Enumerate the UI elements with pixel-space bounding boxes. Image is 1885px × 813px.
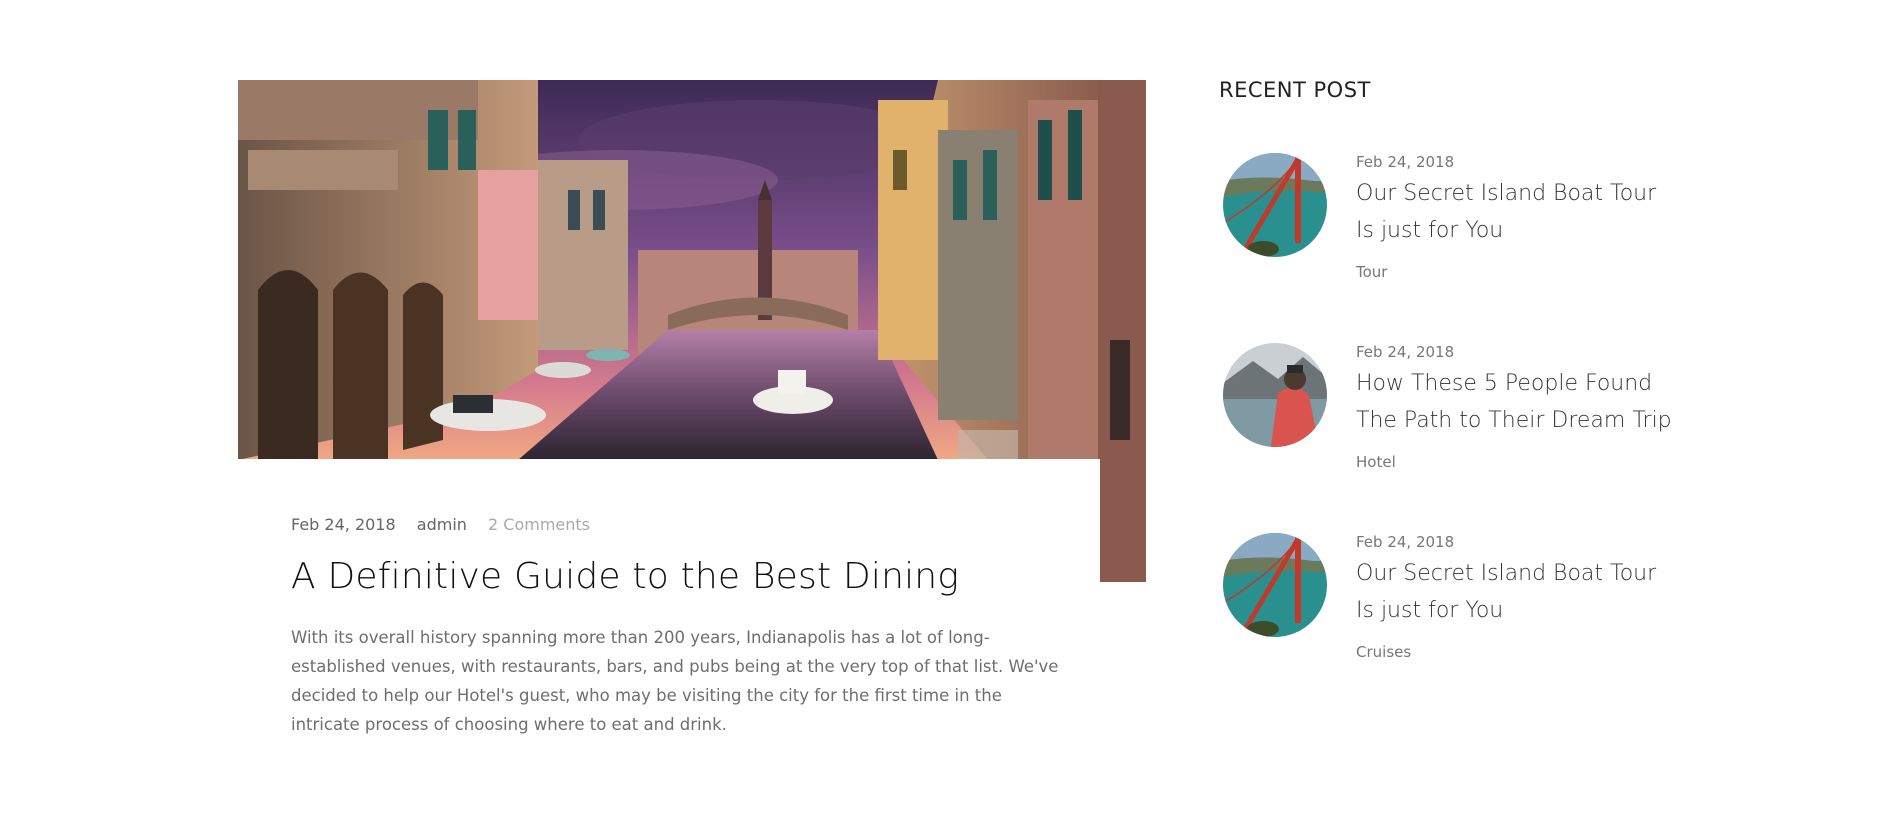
post-author-link[interactable]: admin <box>417 515 467 534</box>
recent-post-category[interactable]: Hotel <box>1356 453 1676 471</box>
recent-post-category[interactable]: Tour <box>1356 263 1676 281</box>
recent-post-thumbnail[interactable] <box>1223 153 1327 257</box>
featured-post-card: Feb 24, 2018 admin 2 Comments A Definiti… <box>238 459 1100 789</box>
bridge-image-icon <box>1223 533 1327 637</box>
post-comments-link[interactable]: 2 Comments <box>488 515 590 534</box>
recent-post-body: Feb 24, 2018 Our Secret Island Boat Tour… <box>1356 153 1676 281</box>
recent-posts-sidebar: RECENT POST Feb 24, 2018 Our Secret Isla… <box>1219 78 1679 661</box>
post-meta: Feb 24, 2018 admin 2 Comments <box>291 515 1047 534</box>
recent-post-thumbnail[interactable] <box>1223 533 1327 637</box>
post-excerpt: With its overall history spanning more t… <box>291 628 1059 734</box>
recent-post-category[interactable]: Cruises <box>1356 643 1676 661</box>
sidebar-heading: RECENT POST <box>1219 78 1371 102</box>
recent-post-body: Feb 24, 2018 How These 5 People Found Th… <box>1356 343 1676 471</box>
recent-post-body: Feb 24, 2018 Our Secret Island Boat Tour… <box>1356 533 1676 661</box>
recent-post-title[interactable]: How These 5 People Found The Path to The… <box>1356 365 1676 439</box>
recent-post-date: Feb 24, 2018 <box>1356 153 1455 171</box>
recent-post-date: Feb 24, 2018 <box>1356 533 1455 551</box>
hiker-image-icon <box>1223 343 1327 447</box>
recent-post-title[interactable]: Our Secret Island Boat Tour Is just for … <box>1356 175 1676 249</box>
recent-post-title[interactable]: Our Secret Island Boat Tour Is just for … <box>1356 555 1676 629</box>
post-title[interactable]: A Definitive Guide to the Best Dining <box>291 556 1047 597</box>
recent-post-date: Feb 24, 2018 <box>1356 343 1455 361</box>
recent-post-thumbnail[interactable] <box>1223 343 1327 447</box>
bridge-image-icon <box>1223 153 1327 257</box>
blog-page: Feb 24, 2018 admin 2 Comments A Definiti… <box>0 0 1885 813</box>
post-date: Feb 24, 2018 <box>291 515 396 534</box>
